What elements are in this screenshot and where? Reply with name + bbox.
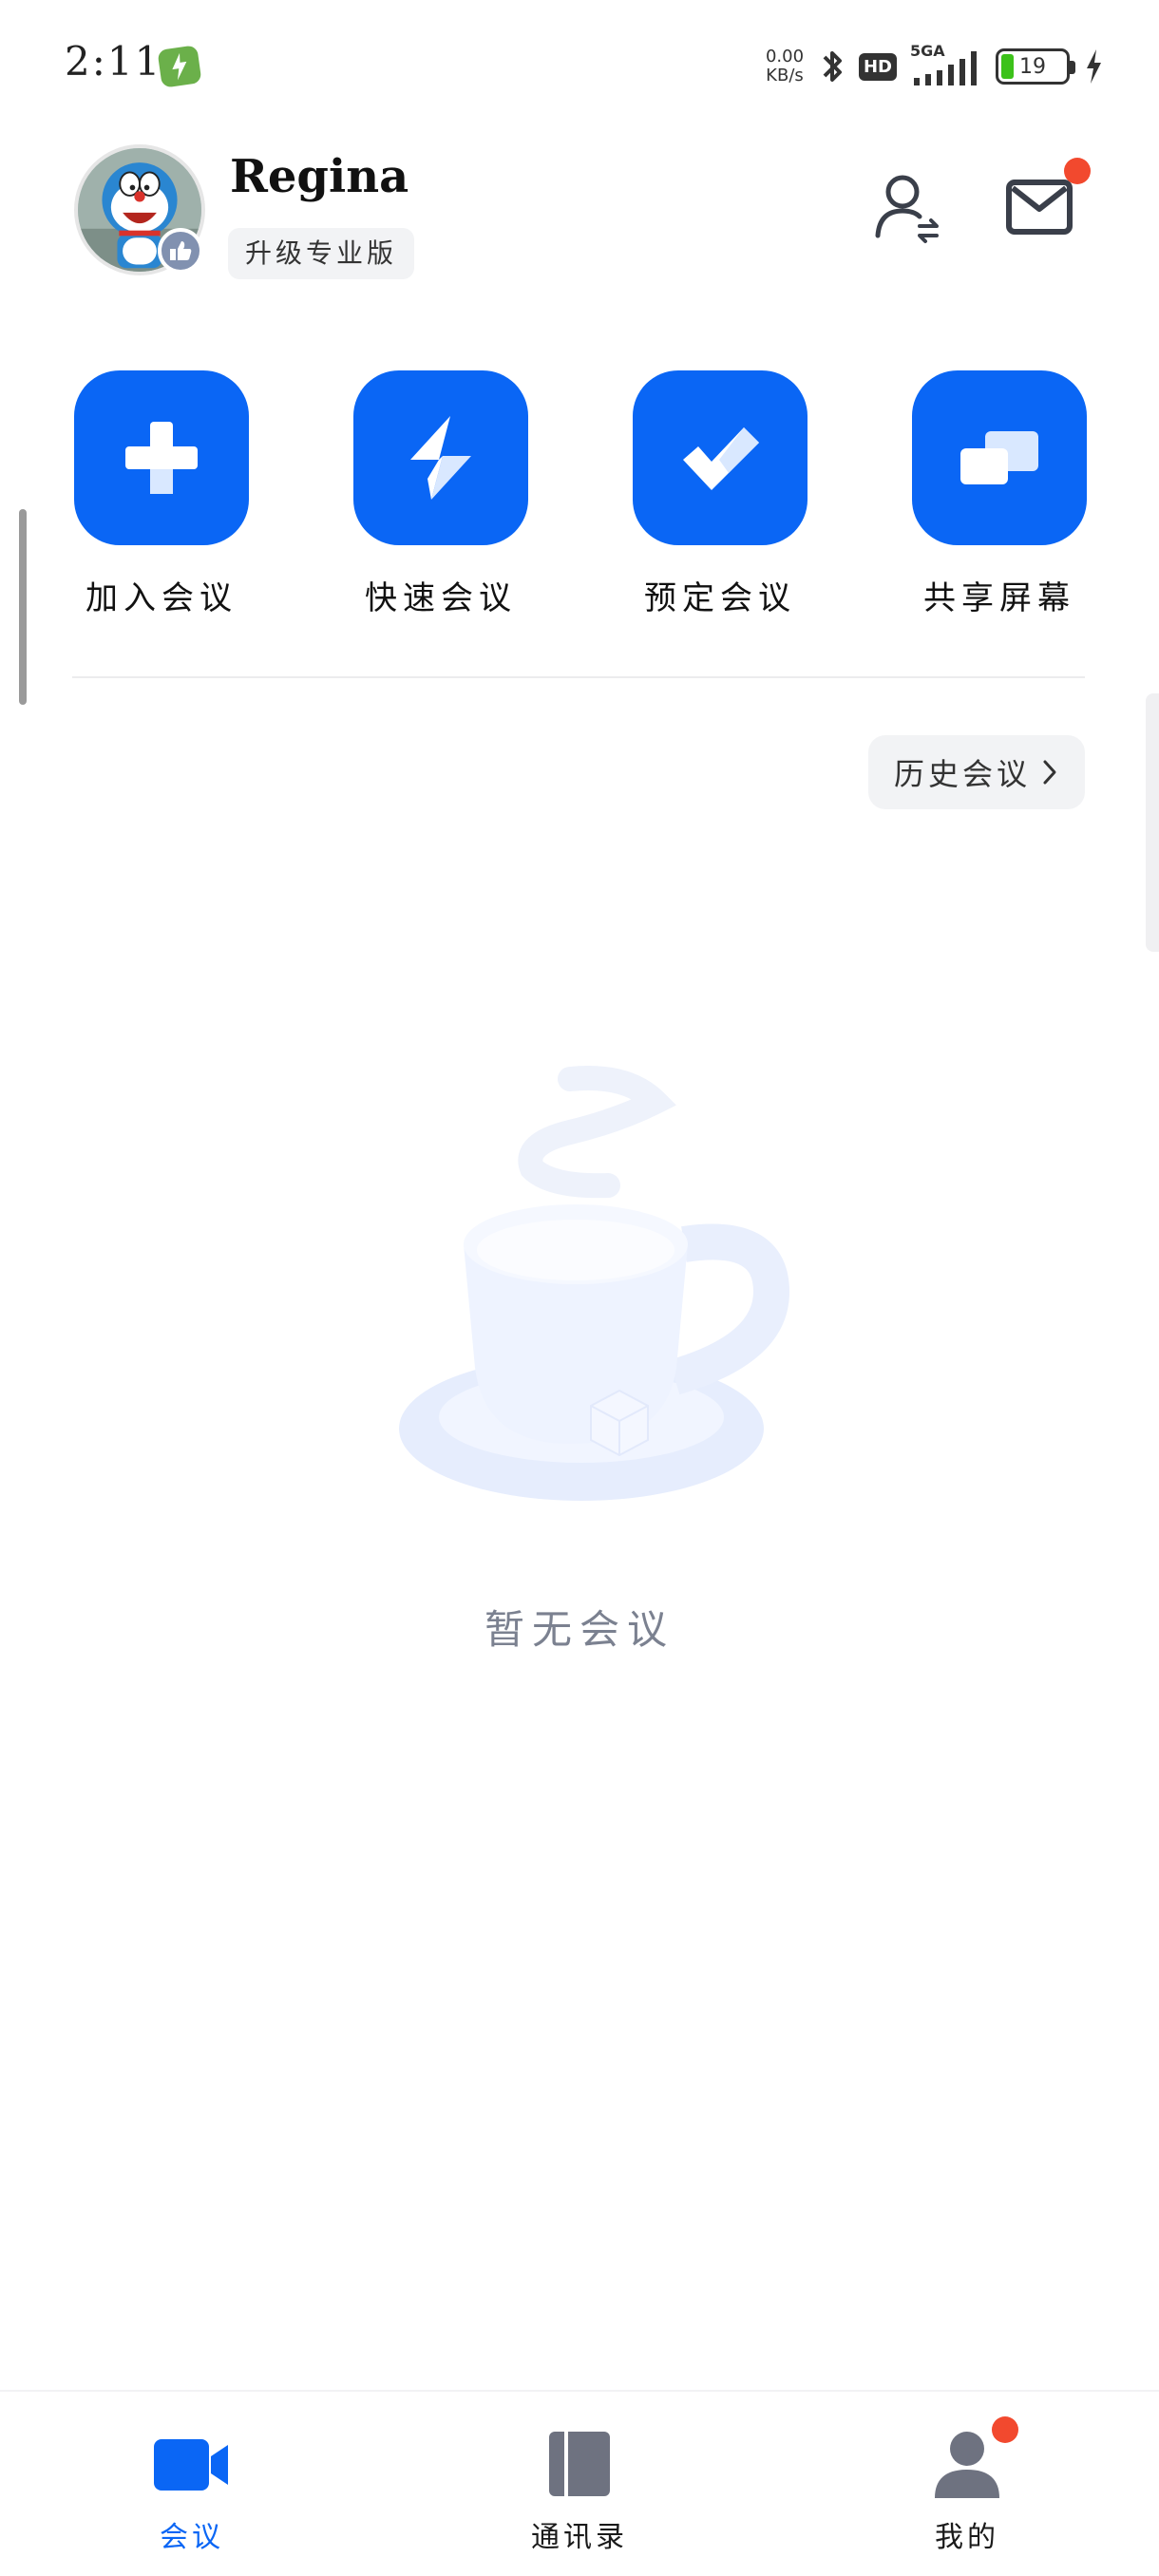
- empty-state-text: 暂无会议: [484, 1606, 674, 1653]
- share-screen-tile[interactable]: [912, 370, 1087, 545]
- mail-notification-dot: [1064, 158, 1091, 184]
- net-speed: 0.00 KB/s: [762, 47, 808, 85]
- bluetooth-icon: [821, 46, 846, 87]
- share-screen-action[interactable]: 共享屏幕: [912, 370, 1087, 618]
- chevron-right-icon: [1043, 760, 1056, 785]
- account-level-badge: [158, 228, 203, 274]
- scroll-indicator-left: [19, 509, 27, 705]
- nav-me-label: 我的: [935, 2521, 999, 2554]
- upgrade-pro-button[interactable]: 升级专业版: [228, 228, 415, 279]
- quick-meeting-action[interactable]: 快速会议: [353, 370, 528, 618]
- nav-me-badge: [992, 2416, 1018, 2443]
- schedule-meeting-label: 预定会议: [644, 579, 796, 617]
- scroll-indicator-right[interactable]: [1146, 693, 1159, 952]
- quick-actions: 加入会议 快速会议 预定会议 共享屏幕: [0, 370, 1159, 627]
- status-bar: 2:11 0.00 KB/s HD 5GA 19: [0, 0, 1159, 133]
- join-meeting-action[interactable]: 加入会议: [74, 370, 249, 618]
- nav-me[interactable]: 我的: [863, 2392, 1072, 2576]
- person-icon: [935, 2432, 999, 2498]
- share-screen-icon: [960, 431, 1038, 484]
- quick-meeting-label: 快速会议: [365, 579, 517, 617]
- network-label: 5GA: [910, 42, 945, 60]
- bottom-nav: 会议 通讯录 我的: [0, 2390, 1159, 2576]
- switch-account-button[interactable]: [870, 169, 946, 245]
- battery-cap: [1070, 61, 1075, 74]
- status-time: 2:11: [65, 38, 162, 85]
- quick-meeting-tile[interactable]: [353, 370, 528, 545]
- divider: [72, 676, 1085, 678]
- net-speed-unit: KB/s: [766, 66, 804, 85]
- lightning-icon: [410, 416, 471, 500]
- person-switch-icon: [875, 175, 939, 243]
- plus-icon: [125, 422, 198, 494]
- nav-meetings[interactable]: 会议: [87, 2392, 296, 2576]
- history-meetings-label: 历史会议: [893, 756, 1031, 792]
- app-notification-icon: [157, 45, 202, 88]
- user-name[interactable]: Regina: [230, 150, 408, 203]
- join-meeting-tile[interactable]: [74, 370, 249, 545]
- schedule-meeting-tile[interactable]: [633, 370, 808, 545]
- mail-icon: [1006, 180, 1073, 235]
- charging-icon: [1083, 47, 1104, 85]
- video-camera-icon: [154, 2439, 228, 2491]
- check-icon: [683, 427, 759, 490]
- join-meeting-label: 加入会议: [86, 579, 238, 617]
- share-screen-label: 共享屏幕: [923, 579, 1075, 617]
- coffee-cup-icon: [380, 1064, 798, 1520]
- nav-meetings-label: 会议: [160, 2521, 224, 2554]
- address-book-icon: [549, 2432, 610, 2496]
- nav-contacts[interactable]: 通讯录: [475, 2392, 684, 2576]
- nav-contacts-label: 通讯录: [531, 2521, 628, 2554]
- hd-icon: HD: [858, 52, 897, 81]
- net-speed-value: 0.00: [765, 47, 805, 66]
- battery-icon: 19: [996, 48, 1075, 85]
- signal-icon: 5GA: [910, 42, 982, 87]
- history-meetings-button[interactable]: 历史会议: [868, 735, 1085, 809]
- battery-level: 19: [1019, 55, 1046, 79]
- schedule-meeting-action[interactable]: 预定会议: [633, 370, 808, 618]
- status-indicators: 0.00 KB/s HD 5GA 19: [762, 42, 1104, 91]
- messages-button[interactable]: [1003, 175, 1079, 239]
